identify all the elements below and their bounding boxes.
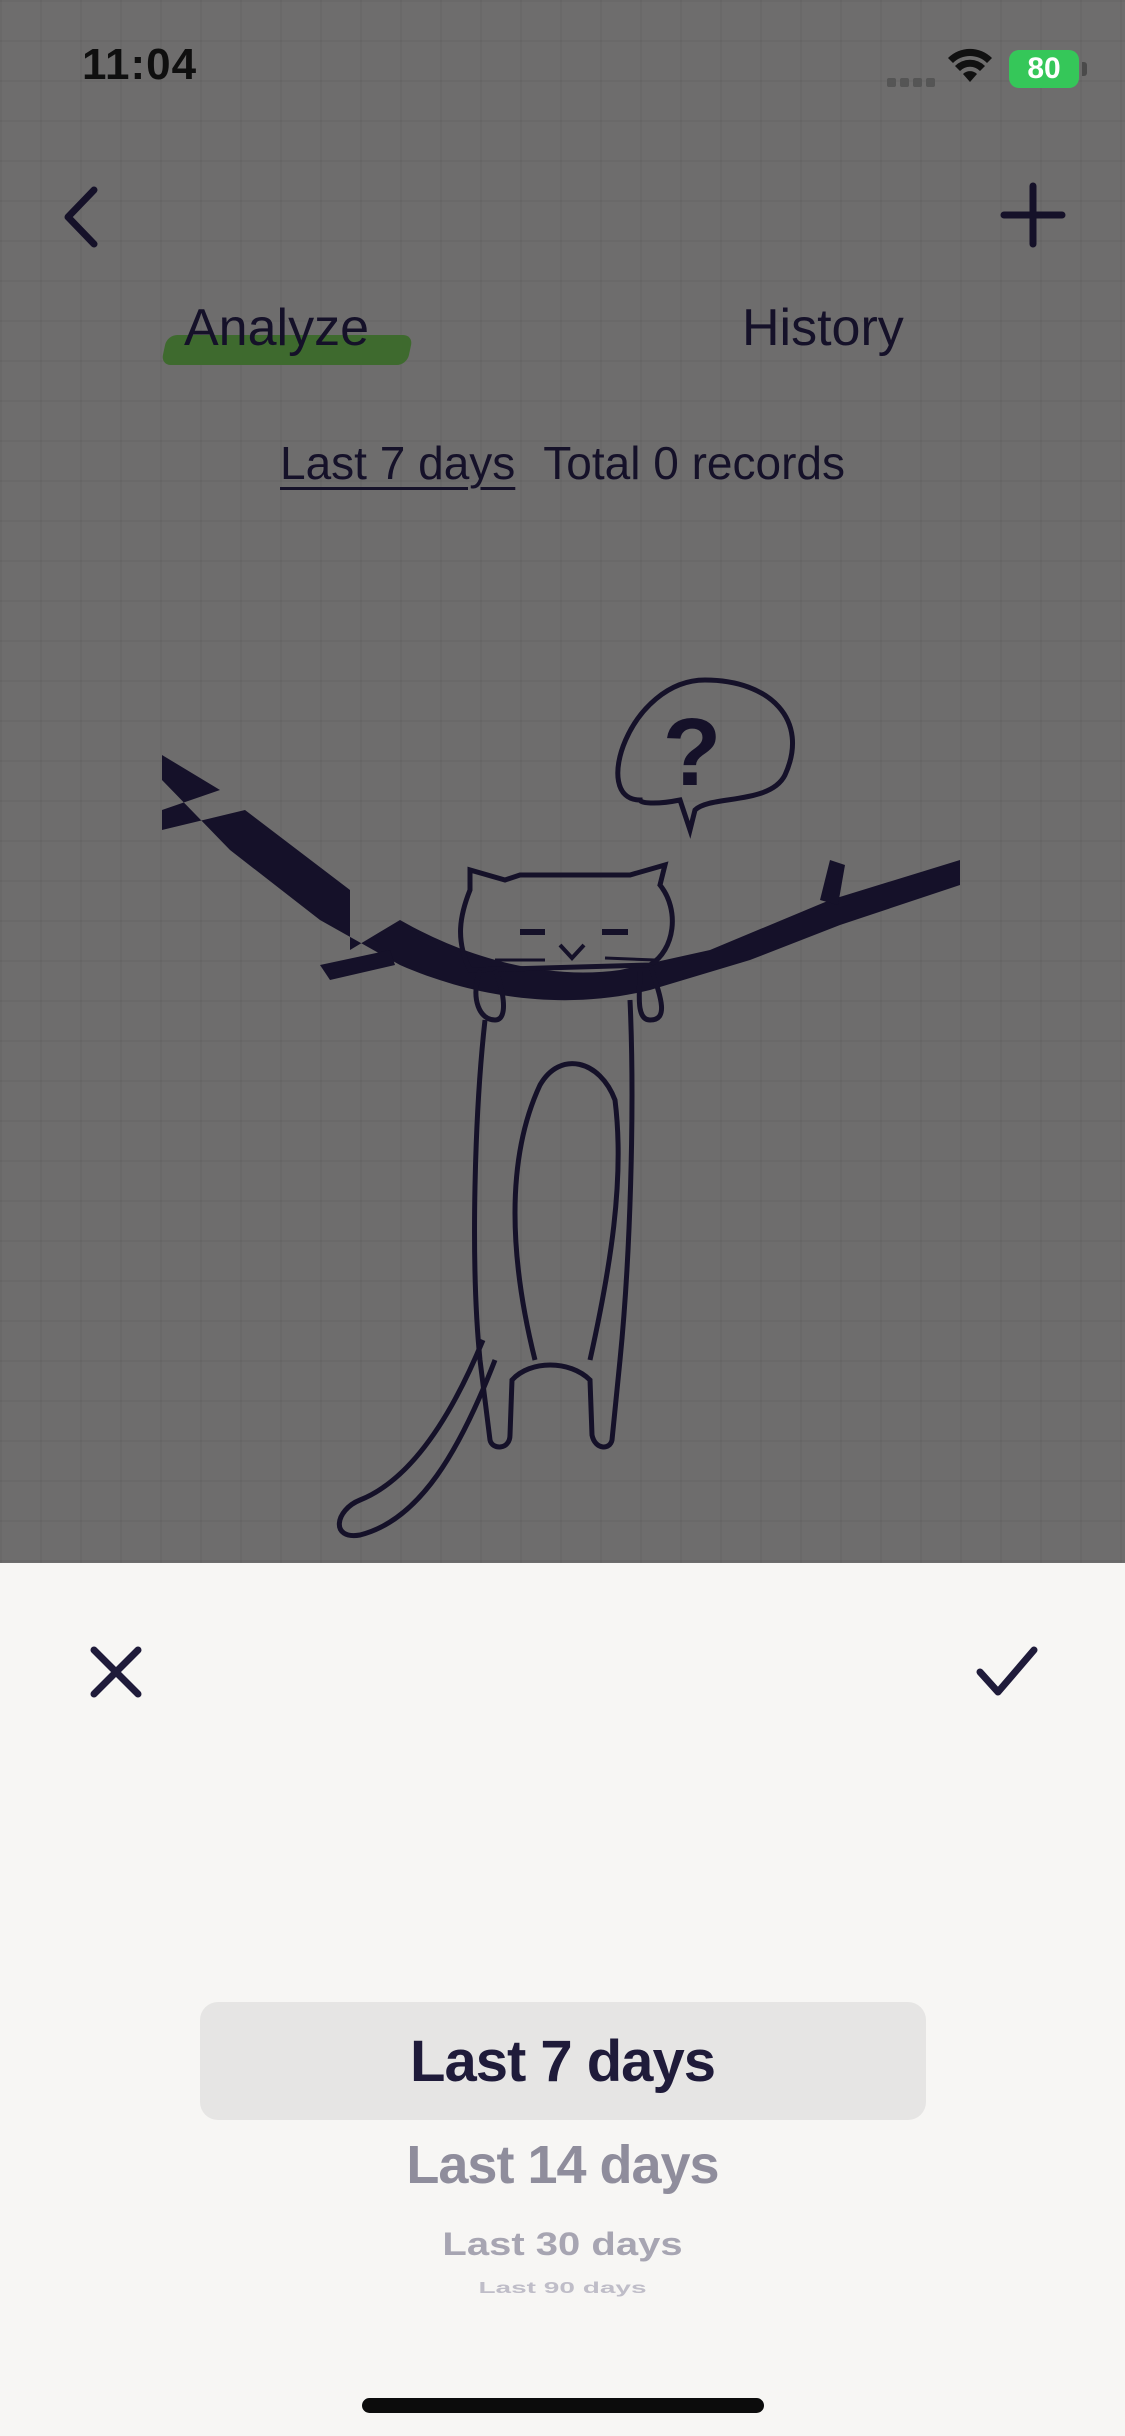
back-button[interactable]: [56, 182, 108, 252]
cellular-signal-icon: [887, 74, 939, 92]
total-records-text: Total 0 records: [543, 437, 845, 489]
chevron-left-icon: [64, 186, 98, 248]
picker-option-last-7-days[interactable]: Last 7 days: [0, 2028, 1125, 2095]
cat-hanging-on-branch-illustration: ?: [150, 660, 970, 1560]
range-selector-link[interactable]: Last 7 days: [280, 437, 515, 489]
close-icon: [90, 1646, 142, 1698]
confirm-button[interactable]: [974, 1644, 1040, 1700]
checkmark-icon: [976, 1646, 1038, 1696]
wifi-icon: [947, 48, 993, 89]
close-button[interactable]: [88, 1644, 144, 1700]
home-indicator[interactable]: [362, 2398, 764, 2413]
svg-text:?: ?: [663, 699, 722, 806]
picker-option-last-90-days[interactable]: Last 90 days: [0, 2279, 1125, 2297]
battery-indicator: 80: [1009, 50, 1087, 88]
plus-icon: [1000, 182, 1066, 248]
date-range-sheet: [0, 1563, 1125, 2436]
tab-analyze[interactable]: Analyze: [184, 298, 369, 358]
status-time: 11:04: [82, 40, 198, 89]
picker-option-last-14-days[interactable]: Last 14 days: [0, 2134, 1125, 2196]
add-record-button[interactable]: [998, 180, 1068, 250]
range-summary: Last 7 days Total 0 records: [0, 436, 1125, 490]
tab-history[interactable]: History: [742, 298, 904, 358]
picker-option-last-30-days[interactable]: Last 30 days: [0, 2226, 1125, 2263]
